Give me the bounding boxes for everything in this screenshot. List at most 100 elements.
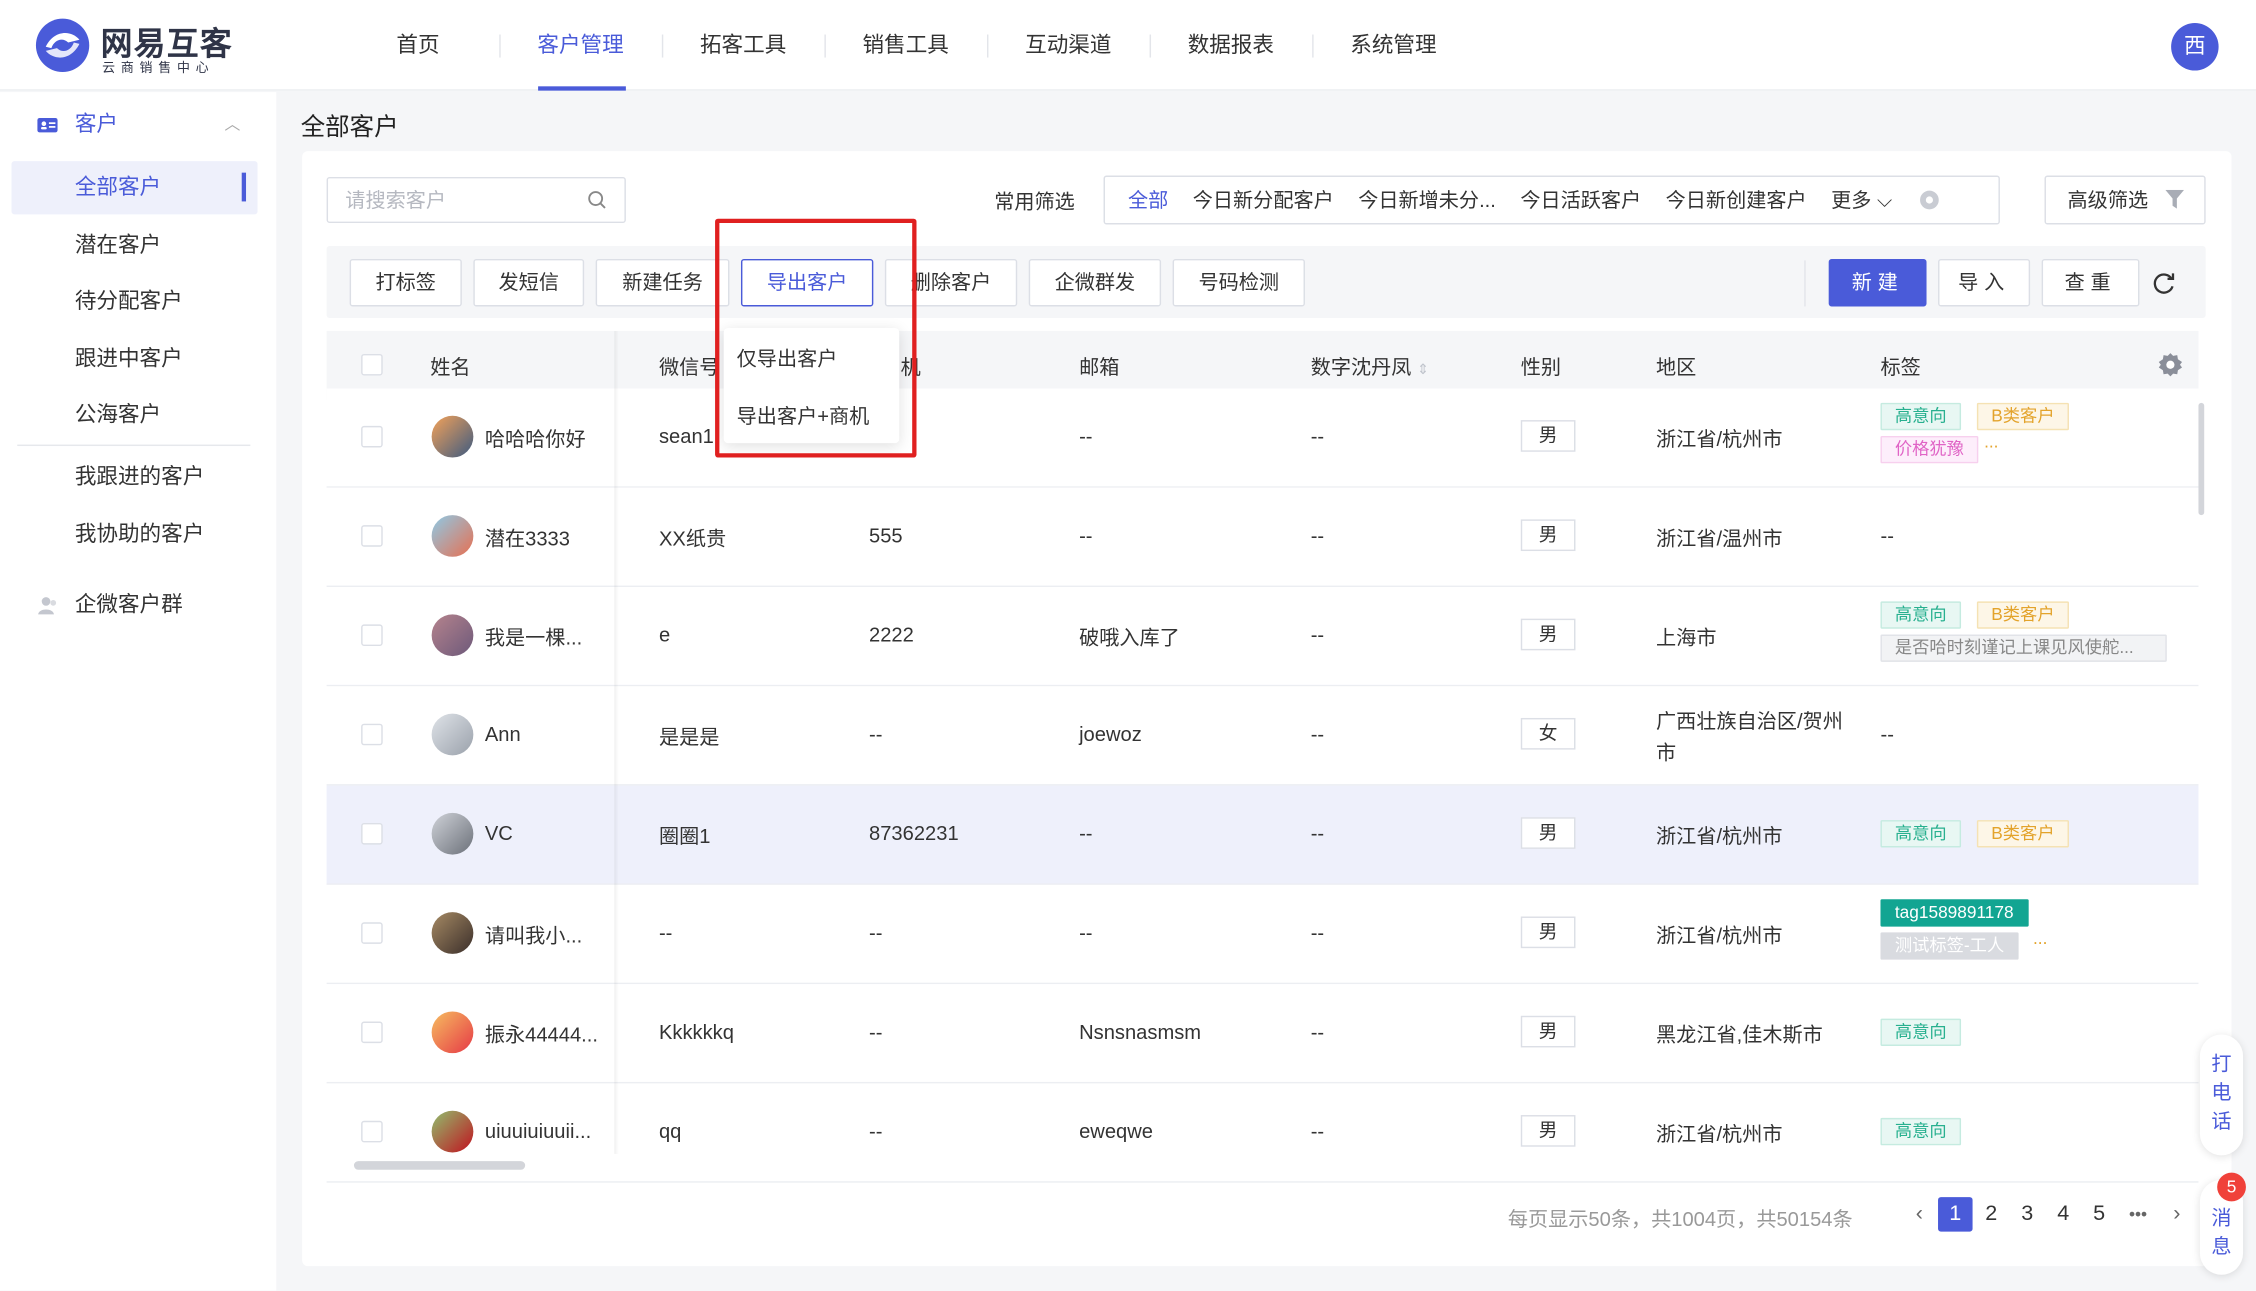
filter-chip-today-active[interactable]: 今日活跃客户 (1520, 186, 1641, 215)
sidebar-group-customers[interactable]: 客户 ︿ (0, 96, 276, 154)
column-settings-gear-icon[interactable] (2157, 351, 2184, 378)
page-3[interactable]: 3 (2010, 1197, 2045, 1232)
table-row[interactable]: 振永44444... Kkkkkkq -- Nsnsnasmsm -- 男 黑龙江省,佳木斯… (326, 984, 2199, 1084)
import-button[interactable]: 导入 (1938, 258, 2031, 307)
row-checkbox[interactable] (361, 723, 383, 746)
vertical-scrollbar[interactable] (2198, 402, 2205, 516)
export-customers-only-option[interactable]: 仅导出客户 (737, 344, 838, 373)
email: -- (1079, 920, 1093, 944)
wecom-mass-send-button[interactable]: 企微群发 (1028, 258, 1162, 307)
select-all-checkbox[interactable] (361, 353, 383, 376)
customer-name[interactable]: VC (485, 822, 513, 845)
delete-customers-button[interactable]: 删除客户 (884, 258, 1018, 307)
customer-name[interactable]: uiuuiuiuuii... (485, 1119, 591, 1142)
nav-customer-management[interactable]: 客户管理 (499, 0, 662, 91)
email: joewoz (1079, 722, 1142, 746)
table-row[interactable]: 哈哈哈你好 sean1 -- -- 男 浙江省/杭州市 高意向 B类客户 价格犹豫... (326, 388, 2199, 488)
row-checkbox[interactable] (361, 425, 383, 448)
filter-chip-today-assigned[interactable]: 今日新分配客户 (1193, 186, 1334, 215)
page-1[interactable]: 1 (1938, 1197, 1973, 1232)
next-page-icon[interactable]: › (2160, 1197, 2195, 1232)
sidebar-item-my-followed[interactable]: 我跟进的客户 (12, 450, 258, 503)
tag-chip: B类客户 (1976, 601, 2069, 629)
tag-chip: tag1589891178 (1880, 899, 2029, 927)
table-row[interactable]: uiuuiuiuuii... qq -- eweqwe -- 男 浙江省/杭州市 高意向 (326, 1083, 2199, 1183)
sidebar-item-pending-assignment[interactable]: 待分配客户 (12, 275, 258, 328)
nav-sales-tools[interactable]: 销售工具 (824, 0, 987, 91)
advanced-filter-button[interactable]: 高级筛选 (2044, 175, 2206, 225)
table-row[interactable]: 请叫我小... -- -- -- -- 男 浙江省/杭州市 tag1589891178 测试标签… (326, 884, 2199, 985)
tag-chip: 高意向 (1880, 820, 1962, 848)
more-tags-indicator[interactable]: ... (1984, 432, 1998, 452)
new-customer-button[interactable]: 新建 (1828, 258, 1927, 307)
email: eweqwe (1079, 1119, 1154, 1143)
digital-field-value: -- (1310, 821, 1325, 845)
customer-name[interactable]: Ann (485, 722, 521, 745)
table-row[interactable]: VC 圈圈1 87362231 -- -- 男 浙江省/杭州市 高意向 B类客户 (326, 785, 2199, 885)
sidebar-group-wecom[interactable]: 企微客户群 (0, 577, 276, 635)
filter-more-dropdown[interactable]: 更多 ⌵ (1831, 186, 1892, 215)
tag-chip: 高意向 (1880, 402, 1962, 431)
search-icon[interactable] (587, 190, 607, 210)
nav-system-management[interactable]: 系统管理 (1312, 0, 1475, 91)
customer-name[interactable]: 振永44444... (485, 1020, 598, 1049)
tag-chip: 测试标签-工人 (1880, 932, 2019, 960)
export-dropdown-menu: 仅导出客户 导出客户+商机 (723, 328, 900, 444)
row-checkbox[interactable] (361, 922, 383, 944)
filter-chip-today-created[interactable]: 今日新创建客户 (1666, 186, 1807, 215)
column-header-digital-field[interactable]: 数字沈丹凤 ⇕ (1311, 353, 1429, 382)
customer-name[interactable]: 请叫我小... (485, 921, 582, 950)
call-float-label: 打电话 (2211, 1051, 2232, 1133)
sidebar-item-potential-customers[interactable]: 潜在客户 (12, 219, 258, 272)
row-checkbox[interactable] (361, 624, 383, 647)
user-avatar[interactable]: 西 (2171, 23, 2219, 71)
brand-logo[interactable]: 网易互客 云商销售中心 (35, 17, 236, 75)
customer-name[interactable]: 我是一棵... (485, 623, 582, 652)
nav-prospecting-tools[interactable]: 拓客工具 (661, 0, 825, 91)
row-checkbox[interactable] (361, 822, 383, 845)
digital-field-value: -- (1310, 622, 1325, 647)
search-input[interactable]: 请搜索客户 (326, 176, 626, 224)
customer-name[interactable]: 哈哈哈你好 (485, 424, 586, 453)
send-sms-button[interactable]: 发短信 (473, 258, 585, 307)
row-checkbox[interactable] (361, 1120, 383, 1143)
chevron-up-icon[interactable]: ︿ (224, 96, 240, 154)
page-5[interactable]: 5 (2082, 1197, 2117, 1232)
sort-icon[interactable]: ⇕ (1417, 363, 1429, 379)
filter-chip-today-new-unassigned[interactable]: 今日新增未分... (1358, 186, 1496, 215)
table-row[interactable]: 潜在3333 XX纸贵 555 -- -- 男 浙江省/温州市 -- (326, 487, 2199, 588)
logo-mark-icon (35, 18, 90, 72)
export-customers-and-opportunities-option[interactable]: 导出客户+商机 (737, 401, 870, 430)
sidebar-item-all-customers[interactable]: 全部客户 (11, 161, 258, 215)
more-tags-indicator[interactable]: ... (2033, 928, 2047, 948)
nav-data-reports[interactable]: 数据报表 (1149, 0, 1313, 91)
dedupe-button[interactable]: 查重 (2041, 258, 2140, 307)
avatar (431, 1110, 474, 1153)
wechat-id: 是是是 (658, 725, 720, 749)
refresh-icon[interactable] (2151, 270, 2177, 296)
region-line2: 市 (1656, 740, 1677, 764)
call-float-button[interactable]: 打电话 (2199, 1034, 2244, 1156)
table-row[interactable]: 我是一棵... e 2222 破哦入库了 -- 男 上海市 高意向 B类客户 是否哈时刻谨记上课见… (326, 587, 2199, 687)
page-2[interactable]: 2 (1974, 1197, 2009, 1232)
number-check-button[interactable]: 号码检测 (1172, 258, 1305, 307)
new-task-button[interactable]: 新建任务 (595, 258, 730, 307)
table-row[interactable]: Ann 是是是 -- joewoz -- 女 广西壮族自治区/贺州市 -- (326, 686, 2199, 786)
tag-button[interactable]: 打标签 (349, 258, 462, 307)
gear-icon[interactable] (1918, 188, 1941, 211)
sidebar-item-following[interactable]: 跟进中客户 (12, 332, 258, 385)
tag-chip: 价格犹豫 (1880, 435, 1979, 464)
prev-page-icon[interactable]: ‹ (1902, 1197, 1937, 1232)
export-customers-button[interactable]: 导出客户 (740, 258, 874, 307)
customer-name[interactable]: 潜在3333 (485, 524, 570, 553)
page-4[interactable]: 4 (2046, 1197, 2081, 1232)
nav-interaction-channels[interactable]: 互动渠道 (987, 0, 1150, 91)
pagination-ellipsis[interactable]: ••• (2118, 1197, 2158, 1232)
row-checkbox[interactable] (361, 1021, 383, 1044)
nav-home[interactable]: 首页 (337, 0, 500, 91)
sidebar-item-my-assisted[interactable]: 我协助的客户 (12, 508, 258, 561)
sidebar-item-public-pool[interactable]: 公海客户 (12, 388, 258, 441)
horizontal-scrollbar[interactable] (353, 1161, 526, 1170)
row-checkbox[interactable] (361, 525, 383, 547)
filter-chip-all[interactable]: 全部 (1128, 186, 1168, 215)
